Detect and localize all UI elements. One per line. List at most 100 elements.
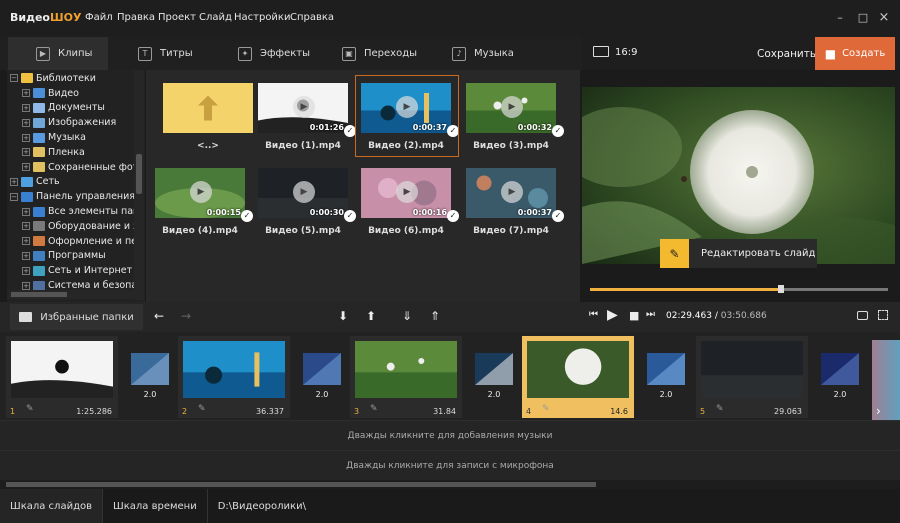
parent-folder-item[interactable]: <..> <box>163 83 253 163</box>
expand-icon[interactable]: + <box>22 148 30 157</box>
timeline-slide[interactable]: 4 ✎ 14.6 <box>522 336 634 418</box>
play-icon[interactable]: ▶ <box>501 181 523 203</box>
expand-icon[interactable]: + <box>22 237 30 246</box>
tree-item[interactable]: + Видео <box>7 86 145 101</box>
video-file-item[interactable]: ▶ 0:00:37 ✓ Видео (7).mp4 <box>466 168 564 248</box>
tree-item[interactable]: + Изображения <box>7 115 145 130</box>
play-icon[interactable]: ▶ <box>396 181 418 203</box>
expand-icon[interactable]: + <box>22 89 30 98</box>
play-icon[interactable]: ▶ <box>501 96 523 118</box>
pencil-icon[interactable]: ✎ <box>198 404 206 414</box>
play-icon[interactable]: ▶ <box>607 307 618 323</box>
tree-hscrollbar[interactable] <box>7 290 134 299</box>
tree-scrollbar[interactable] <box>134 70 144 300</box>
move-all-up-icon[interactable]: ⇑ <box>430 309 440 323</box>
play-icon[interactable]: ▶ <box>293 181 315 203</box>
tree-item[interactable]: + Пленка <box>7 145 145 160</box>
video-file-item[interactable]: ▶ 0:00:16 ✓ Видео (6).mp4 <box>361 168 459 248</box>
pencil-icon[interactable]: ✎ <box>716 404 724 414</box>
minimize-button[interactable]: – <box>832 10 848 26</box>
expand-icon[interactable]: + <box>22 222 30 231</box>
expand-icon[interactable]: + <box>22 133 30 142</box>
expand-icon[interactable]: + <box>22 163 30 172</box>
music-track[interactable]: Дважды кликните для добавления музыки <box>0 420 900 450</box>
seek-handle[interactable] <box>777 285 784 293</box>
tree-item[interactable]: − Панель управления <box>7 189 145 204</box>
tree-item[interactable]: + Сеть и Интернет <box>7 263 145 278</box>
forward-arrow-icon[interactable]: → <box>181 309 191 323</box>
preview-player[interactable] <box>582 87 895 264</box>
tab-clips[interactable]: ▶ Клипы <box>8 37 108 70</box>
skip-forward-icon[interactable]: ⏭ <box>646 309 655 320</box>
timeline-slide[interactable]: 2 ✎ 36.337 <box>178 336 290 418</box>
tree-item[interactable]: + Оборудование и зв <box>7 219 145 234</box>
back-arrow-icon[interactable]: ← <box>154 309 164 323</box>
video-file-item[interactable]: ▶ 0:00:32 ✓ Видео (3).mp4 <box>466 83 564 163</box>
pencil-icon[interactable]: ✎ <box>542 404 550 414</box>
tab-music[interactable]: ♪ Музыка <box>452 37 552 70</box>
close-button[interactable]: × <box>876 10 892 26</box>
timeline-slide[interactable]: 3 ✎ 31.84 <box>350 336 462 418</box>
expand-icon[interactable]: + <box>22 103 30 112</box>
tab-effects[interactable]: ✦ Эффекты <box>238 37 338 70</box>
menu-project[interactable]: Проект <box>158 12 196 23</box>
expand-icon[interactable]: + <box>22 251 30 260</box>
tree-item[interactable]: + Сохраненные фото <box>7 160 145 175</box>
move-up-icon[interactable]: ⬆ <box>366 309 376 323</box>
timeline-slide[interactable]: 5 ✎ 29.063 <box>696 336 808 418</box>
play-icon[interactable]: ▶ <box>293 96 315 118</box>
transition-thumbnail[interactable] <box>647 353 685 385</box>
expand-icon[interactable]: − <box>10 192 18 201</box>
menu-file[interactable]: Файл <box>85 12 113 23</box>
favorites-button[interactable]: Избранные папки <box>10 304 143 330</box>
camera-icon[interactable] <box>857 311 868 320</box>
menu-edit[interactable]: Правка <box>117 12 155 23</box>
aspect-ratio-selector[interactable]: 16:9 <box>615 47 637 58</box>
tree-item[interactable]: + Документы <box>7 101 145 116</box>
menu-settings[interactable]: Настройки <box>234 12 290 23</box>
tab-transitions[interactable]: ▣ Переходы <box>342 37 447 70</box>
video-file-item[interactable]: ▶ 0:00:30 ✓ Видео (5).mp4 <box>258 168 356 248</box>
tab-time-scale[interactable]: Шкала времени <box>103 489 208 523</box>
skip-back-icon[interactable]: ⏮ <box>589 309 598 320</box>
tree-item[interactable]: + Все элементы пан <box>7 204 145 219</box>
video-file-item[interactable]: ▶ 0:00:15 ✓ Видео (4).mp4 <box>155 168 253 248</box>
menu-help[interactable]: Справка <box>290 12 334 23</box>
tab-titles[interactable]: T Титры <box>138 37 238 70</box>
mic-track[interactable]: Дважды кликните для записи с микрофона <box>0 450 900 480</box>
pencil-icon[interactable]: ✎ <box>370 404 378 414</box>
transition-thumbnail[interactable] <box>131 353 169 385</box>
tree-item[interactable]: + Музыка <box>7 130 145 145</box>
tab-slides-timeline[interactable]: Шкала слайдов <box>0 489 104 523</box>
expand-icon[interactable]: + <box>10 177 18 186</box>
timeline-scrollbar[interactable] <box>0 480 900 489</box>
tree-item[interactable]: + Программы <box>7 249 145 264</box>
file-caption: Видео (7).mp4 <box>473 226 549 236</box>
create-button[interactable]: ■ Создать <box>815 37 895 70</box>
tree-item[interactable]: − Библиотеки <box>7 71 145 86</box>
edit-slide-button[interactable]: ✎ Редактировать слайд <box>660 239 817 268</box>
save-button[interactable]: Сохранить <box>757 48 816 60</box>
expand-icon[interactable]: + <box>22 281 30 290</box>
expand-icon[interactable]: + <box>22 266 30 275</box>
timeline-slide[interactable]: 1 ✎ 1:25.286 <box>6 336 118 418</box>
folder-tree[interactable]: − Библиотеки + Видео + Документы + Изображения +… <box>7 70 145 302</box>
stop-icon[interactable]: ■ <box>629 309 639 322</box>
move-down-icon[interactable]: ⬇ <box>338 309 348 323</box>
tree-item[interactable]: + Оформление и пер <box>7 234 145 249</box>
pencil-icon[interactable]: ✎ <box>26 404 34 414</box>
fullscreen-icon[interactable] <box>878 310 888 320</box>
expand-icon[interactable]: − <box>10 74 18 83</box>
menu-slide[interactable]: Слайд <box>199 12 232 23</box>
move-all-down-icon[interactable]: ⇓ <box>402 309 412 323</box>
chevron-right-icon[interactable]: › <box>876 404 881 418</box>
tree-item[interactable]: + Сеть <box>7 175 145 190</box>
transition-thumbnail[interactable] <box>821 353 859 385</box>
transition-thumbnail[interactable] <box>475 353 513 385</box>
expand-icon[interactable]: + <box>22 207 30 216</box>
transition-thumbnail[interactable] <box>303 353 341 385</box>
maximize-button[interactable]: □ <box>855 10 871 26</box>
video-file-item[interactable]: ▶ 0:01:26 ✓ Видео (1).mp4 <box>258 83 356 163</box>
expand-icon[interactable]: + <box>22 118 30 127</box>
play-icon[interactable]: ▶ <box>190 181 212 203</box>
